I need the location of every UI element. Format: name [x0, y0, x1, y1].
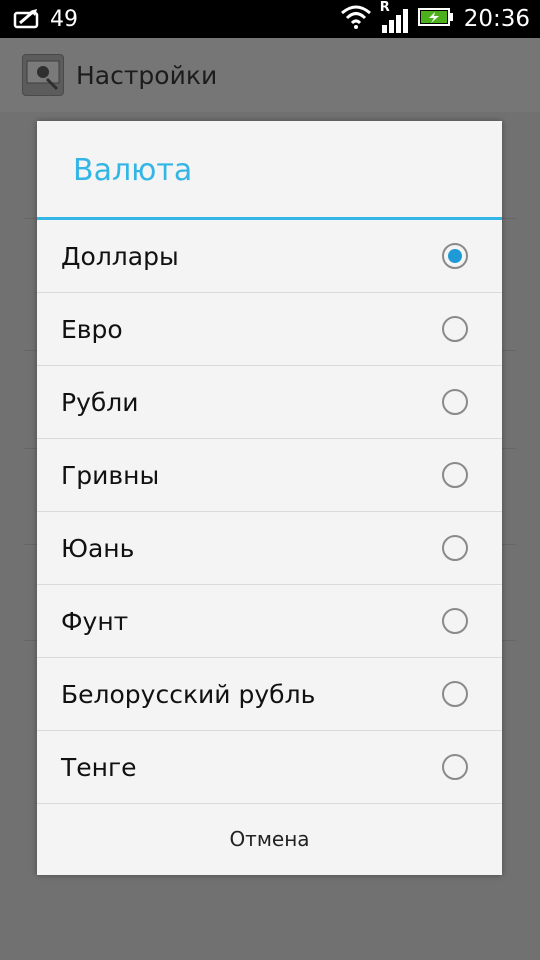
notification-icon — [12, 8, 42, 30]
dialog-title: Валюта — [73, 152, 193, 188]
cancel-button[interactable]: Отмена — [229, 827, 309, 851]
app-bar: Настройки — [0, 38, 540, 114]
option-label: Доллары — [61, 241, 179, 271]
option-label: Гривны — [61, 460, 160, 490]
option-label: Белорусский рубль — [61, 679, 316, 709]
status-bar: 49 R 20:36 — [0, 0, 540, 38]
wifi-icon — [340, 5, 372, 33]
roaming-indicator: R — [379, 0, 390, 15]
option-belarusian-ruble[interactable]: Белорусский рубль — [37, 658, 502, 731]
status-left: 49 — [12, 7, 78, 32]
radio-button[interactable] — [442, 316, 468, 342]
option-euro[interactable]: Евро — [37, 293, 502, 366]
option-label: Юань — [61, 533, 135, 563]
option-label: Фунт — [61, 606, 129, 636]
dialog-header: Валюта — [37, 121, 502, 220]
radio-button[interactable] — [442, 389, 468, 415]
currency-dialog: Валюта Доллары Евро Рубли Гривны Юань Фу… — [37, 121, 502, 875]
option-yuan[interactable]: Юань — [37, 512, 502, 585]
radio-button[interactable] — [442, 681, 468, 707]
radio-button[interactable] — [442, 608, 468, 634]
option-tenge[interactable]: Тенге — [37, 731, 502, 804]
notification-count: 49 — [50, 6, 78, 32]
option-rubles[interactable]: Рубли — [37, 366, 502, 439]
radio-button-selected[interactable] — [442, 243, 468, 269]
status-time: 20:36 — [463, 6, 530, 32]
currency-options-list: Доллары Евро Рубли Гривны Юань Фунт Бело… — [37, 220, 502, 804]
option-hryvnia[interactable]: Гривны — [37, 439, 502, 512]
option-pound[interactable]: Фунт — [37, 585, 502, 658]
radio-button[interactable] — [442, 462, 468, 488]
option-label: Евро — [61, 314, 123, 344]
battery-charging-icon — [417, 7, 454, 31]
app-title: Настройки — [76, 60, 218, 90]
option-label: Тенге — [61, 752, 137, 782]
radio-button[interactable] — [442, 754, 468, 780]
signal-icon: R — [380, 0, 410, 33]
app-settings-icon — [22, 54, 64, 96]
radio-button[interactable] — [442, 535, 468, 561]
status-right: R 20:36 — [332, 0, 530, 33]
option-dollars[interactable]: Доллары — [37, 220, 502, 293]
dialog-footer: Отмена — [37, 803, 502, 875]
option-label: Рубли — [61, 387, 139, 417]
